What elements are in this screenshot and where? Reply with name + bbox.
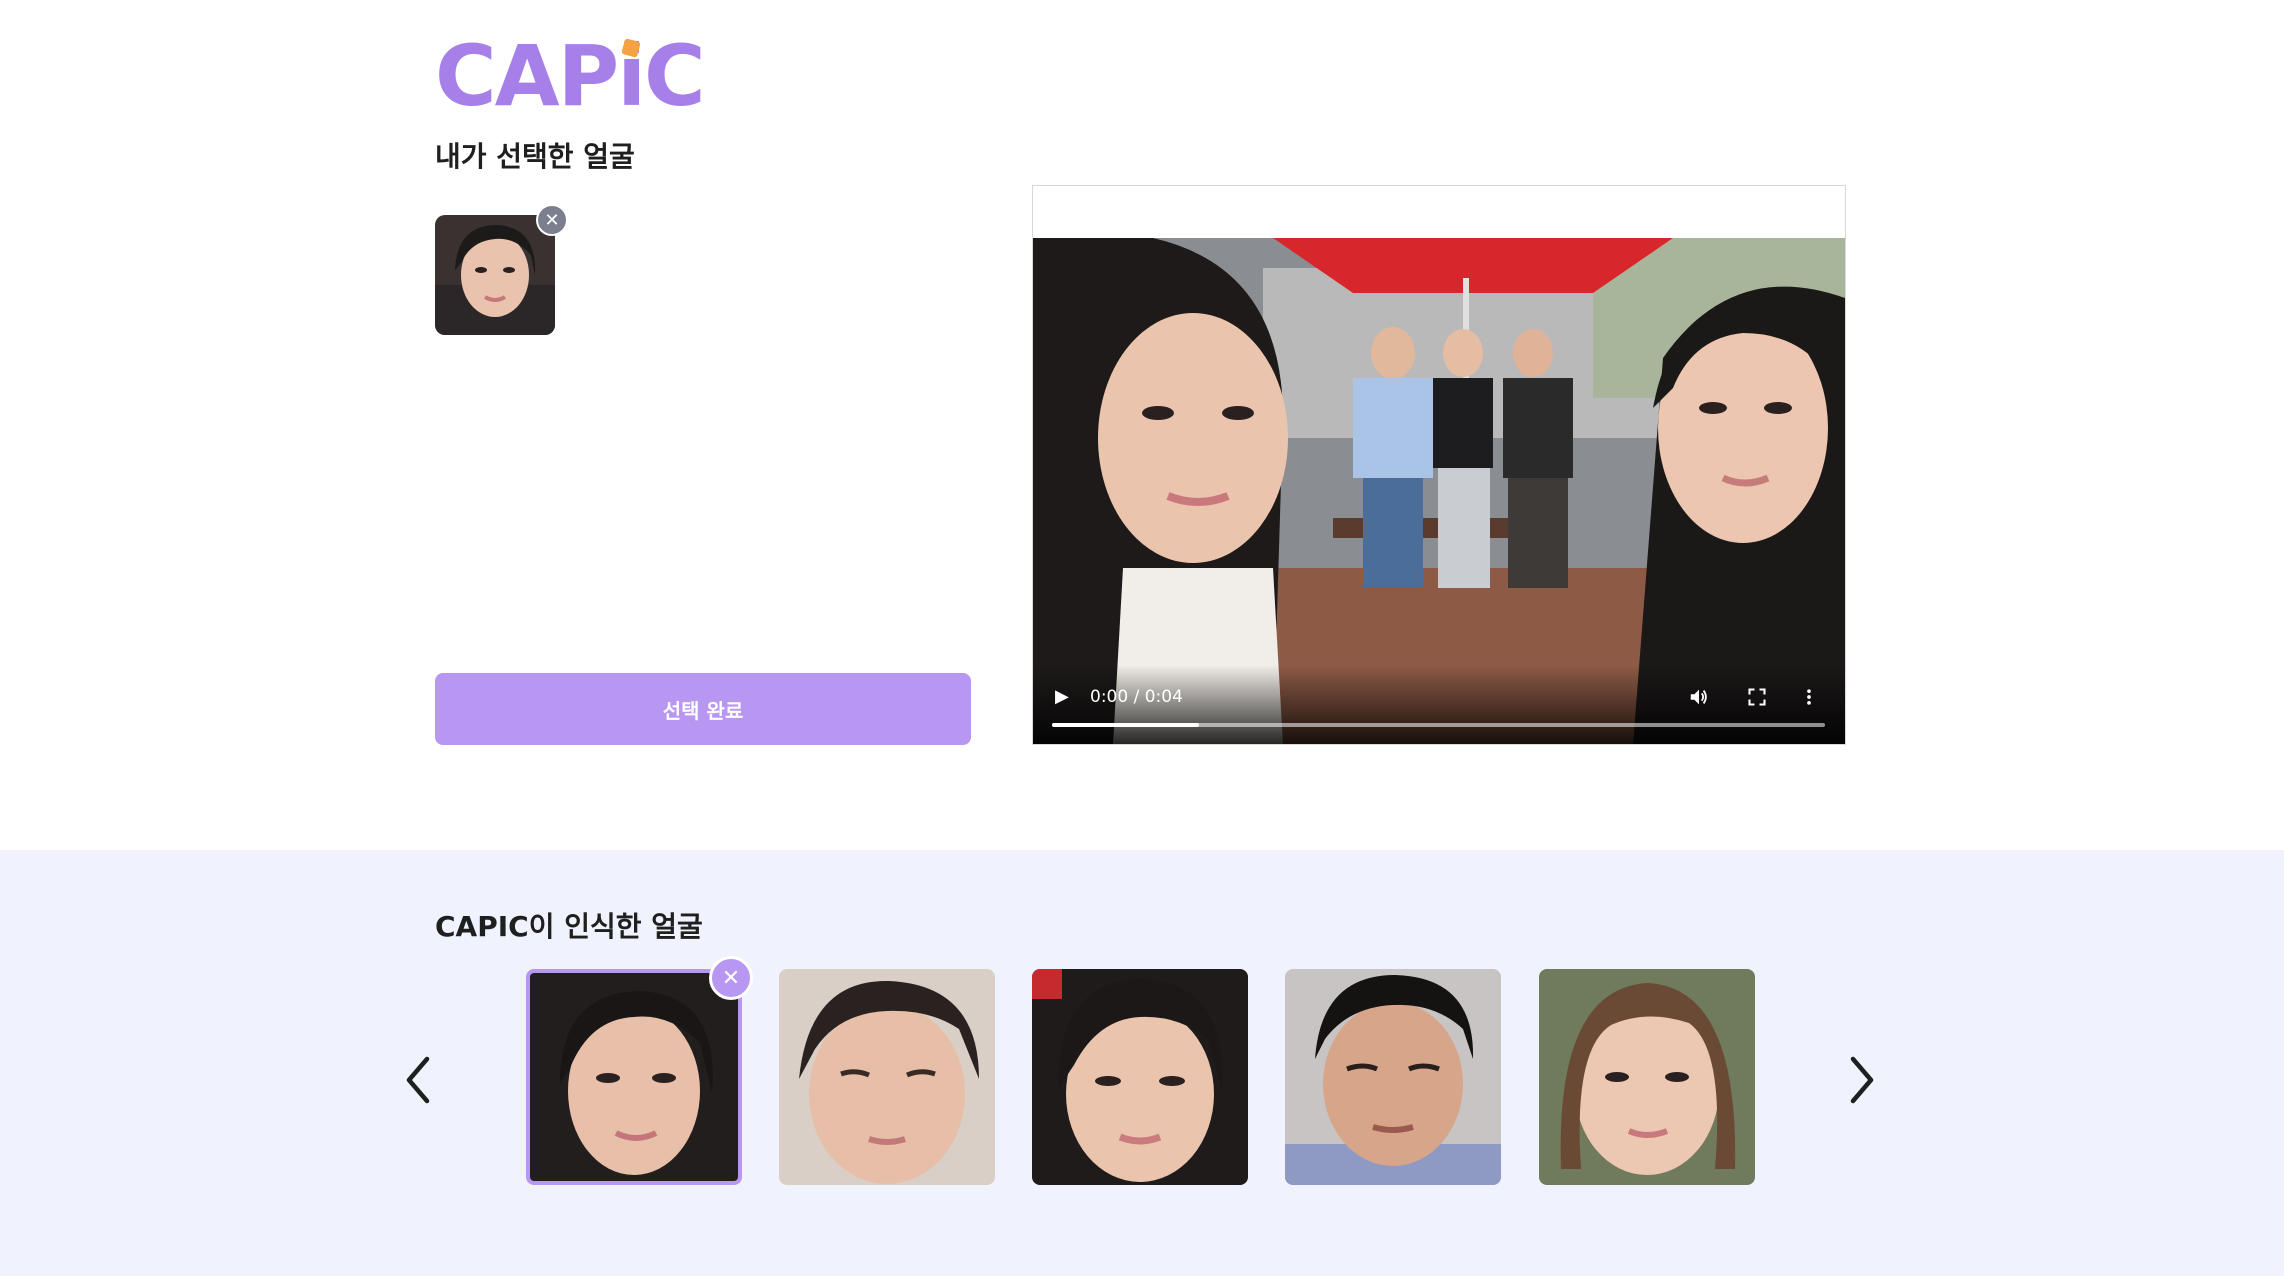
deselect-face-close-icon[interactable]: ✕ xyxy=(709,956,753,1000)
more-vert-icon[interactable] xyxy=(1797,685,1821,709)
play-icon[interactable]: ▶ xyxy=(1055,687,1075,707)
recognized-face-1[interactable] xyxy=(526,969,742,1185)
video-progress-bar[interactable] xyxy=(1052,723,1825,727)
selected-faces-title: 내가 선택한 얼굴 xyxy=(435,140,635,173)
fullscreen-icon[interactable] xyxy=(1745,685,1769,709)
video-player[interactable]: ▶ 0:00 / 0:04 xyxy=(1032,185,1846,745)
volume-icon[interactable] xyxy=(1687,685,1711,709)
recognized-face-3[interactable] xyxy=(1032,969,1248,1185)
video-controls-bar: ▶ 0:00 / 0:04 xyxy=(1033,665,1845,744)
chevron-right-icon[interactable] xyxy=(1840,1050,1884,1110)
video-frame[interactable]: ▶ 0:00 / 0:04 xyxy=(1033,238,1845,744)
recognized-face-4[interactable] xyxy=(1285,969,1501,1185)
selected-face-thumbnail xyxy=(435,215,555,335)
page: CAPiC 내가 선택한 얼굴 ✕ 선택 완료 ▶ 0:00 / 0:04 CA… xyxy=(0,0,2284,1276)
confirm-selection-button[interactable]: 선택 완료 xyxy=(435,673,971,745)
remove-selected-face-button[interactable]: ✕ xyxy=(536,204,568,236)
recognized-faces-title: CAPIC이 인식한 얼굴 xyxy=(435,910,703,943)
chevron-left-icon[interactable] xyxy=(396,1050,440,1110)
capic-logo[interactable]: CAPiC xyxy=(435,34,706,118)
recognized-face-5[interactable] xyxy=(1539,969,1755,1185)
recognized-face-2[interactable] xyxy=(779,969,995,1185)
video-time: 0:00 / 0:04 xyxy=(1090,687,1183,707)
video-progress-fill xyxy=(1052,723,1199,727)
